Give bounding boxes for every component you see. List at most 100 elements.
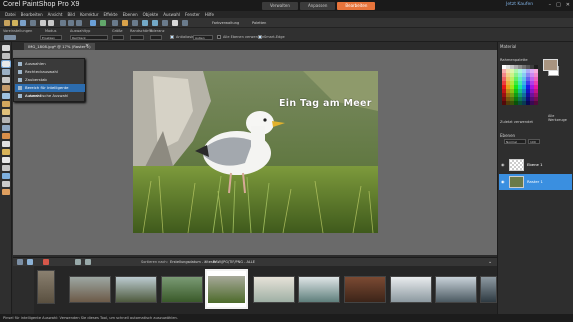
palette-swatch[interactable] — [518, 93, 522, 97]
thumbnail-image[interactable] — [435, 276, 477, 303]
thumbnail-image[interactable] — [253, 276, 295, 303]
palette-swatch[interactable] — [510, 73, 514, 77]
feather-field[interactable] — [130, 35, 144, 40]
palette-swatch[interactable] — [502, 85, 506, 89]
makeover-tool-icon[interactable] — [2, 109, 10, 115]
palette-swatch[interactable] — [506, 69, 510, 73]
palette-swatch[interactable] — [502, 65, 506, 69]
cut-icon[interactable] — [60, 20, 66, 26]
presets-dropdown[interactable] — [4, 35, 16, 40]
open-icon[interactable] — [12, 20, 18, 26]
organizer-delete-icon[interactable] — [43, 259, 49, 265]
palette-swatch[interactable] — [534, 65, 538, 69]
palette-swatch[interactable] — [510, 85, 514, 89]
color-palette-grid[interactable] — [502, 65, 538, 107]
palette-swatch[interactable] — [502, 69, 506, 73]
mode-select[interactable]: Ersetzen — [40, 35, 62, 40]
sort-dropdown[interactable]: Erstellungsdatum - älteste — [170, 260, 216, 264]
menu-edit[interactable]: Bearbeiten — [21, 11, 43, 18]
palette-swatch[interactable] — [526, 65, 530, 69]
palette-swatch[interactable] — [530, 77, 534, 81]
scratch-remover-icon[interactable] — [2, 125, 10, 131]
palette-swatch[interactable] — [534, 101, 538, 105]
palette-swatch[interactable] — [510, 101, 514, 105]
palette-swatch[interactable] — [514, 85, 518, 89]
palette-swatch[interactable] — [534, 97, 538, 101]
smart-edge-checkbox[interactable] — [258, 35, 262, 39]
palette-swatch[interactable] — [526, 77, 530, 81]
palette-swatch[interactable] — [506, 65, 510, 69]
palette-swatch[interactable] — [510, 65, 514, 69]
redo-icon[interactable] — [48, 20, 54, 26]
palette-swatch[interactable] — [510, 69, 514, 73]
antialias-style-select[interactable]: Außen — [193, 35, 213, 40]
crop-tool-icon[interactable] — [2, 77, 10, 83]
palette-swatch[interactable] — [514, 65, 518, 69]
palette-swatch[interactable] — [506, 77, 510, 81]
palette-swatch[interactable] — [522, 89, 526, 93]
palette-swatch[interactable] — [526, 81, 530, 85]
palette-swatch[interactable] — [506, 73, 510, 77]
palette-swatch[interactable] — [530, 93, 534, 97]
menu-item-selections[interactable]: Auswahlen — [15, 60, 85, 68]
script-icon[interactable] — [182, 20, 188, 26]
foreground-color-swatch[interactable] — [543, 59, 558, 71]
tab-adjust[interactable]: Anpassen — [299, 2, 336, 10]
palette-swatch[interactable] — [514, 81, 518, 85]
layers-toggle-icon[interactable] — [162, 20, 168, 26]
warp-tool-icon[interactable] — [2, 189, 10, 195]
grid-icon[interactable] — [172, 20, 178, 26]
size-field[interactable] — [112, 35, 124, 40]
palette-swatch[interactable] — [514, 73, 518, 77]
palette-swatch[interactable] — [522, 77, 526, 81]
palette-swatch[interactable] — [506, 93, 510, 97]
clone-tool-icon[interactable] — [2, 117, 10, 123]
palette-swatch[interactable] — [514, 89, 518, 93]
menu-item-rectangle[interactable]: Rechteckauswahl — [15, 68, 85, 76]
copy-icon[interactable] — [68, 20, 74, 26]
straighten-tool-icon[interactable] — [2, 93, 10, 99]
flood-fill-icon[interactable] — [2, 149, 10, 155]
menu-item-smart-selection[interactable]: Bereich für intelligente Auswahl — [15, 84, 85, 98]
palette-swatch[interactable] — [522, 73, 526, 77]
tab-manage[interactable]: Verwalten — [262, 2, 298, 10]
menu-selections[interactable]: Auswahl — [163, 11, 180, 18]
palette-swatch[interactable] — [526, 85, 530, 89]
eraser-tool-icon[interactable] — [2, 157, 10, 163]
palette-swatch[interactable] — [518, 101, 522, 105]
menu-adjust[interactable]: Korrektur — [80, 11, 99, 18]
resize-icon[interactable] — [132, 20, 138, 26]
palette-swatch[interactable] — [510, 81, 514, 85]
palette-swatch[interactable] — [518, 97, 522, 101]
palette-swatch[interactable] — [526, 101, 530, 105]
palette-swatch[interactable] — [522, 69, 526, 73]
palette-swatch[interactable] — [530, 81, 534, 85]
enhance-icon[interactable] — [122, 20, 128, 26]
crop-icon[interactable] — [112, 20, 118, 26]
palette-swatch[interactable] — [530, 65, 534, 69]
palette-swatch[interactable] — [526, 97, 530, 101]
palette-swatch[interactable] — [530, 85, 534, 89]
palette-swatch[interactable] — [518, 77, 522, 81]
palette-swatch[interactable] — [506, 81, 510, 85]
pick-tool-icon[interactable] — [2, 45, 10, 51]
palette-swatch[interactable] — [506, 97, 510, 101]
antialias-checkbox[interactable] — [170, 35, 174, 39]
eye-icon[interactable]: ◉ — [501, 162, 505, 167]
document-close-icon[interactable]: × — [85, 43, 89, 49]
palette-swatch[interactable] — [530, 69, 534, 73]
palette-swatch[interactable] — [502, 81, 506, 85]
menu-objects[interactable]: Objekte — [143, 11, 159, 18]
palette-swatch[interactable] — [518, 69, 522, 73]
red-eye-tool-icon[interactable] — [2, 101, 10, 107]
menu-help[interactable]: Hilfe — [205, 11, 214, 18]
zoom-icon[interactable] — [90, 20, 96, 26]
organizer-rotate-icon[interactable] — [75, 259, 81, 265]
tab-edit[interactable]: Bearbeiten — [337, 2, 376, 10]
menu-file[interactable]: Datei — [5, 11, 16, 18]
document-tab[interactable]: IMG_1808.jpg* @ 17% (Raster 1) — [24, 43, 95, 50]
adjust-icon[interactable] — [100, 20, 106, 26]
palette-swatch[interactable] — [518, 81, 522, 85]
shape-tool-icon[interactable] — [2, 173, 10, 179]
eye-icon[interactable]: ◉ — [501, 179, 505, 184]
